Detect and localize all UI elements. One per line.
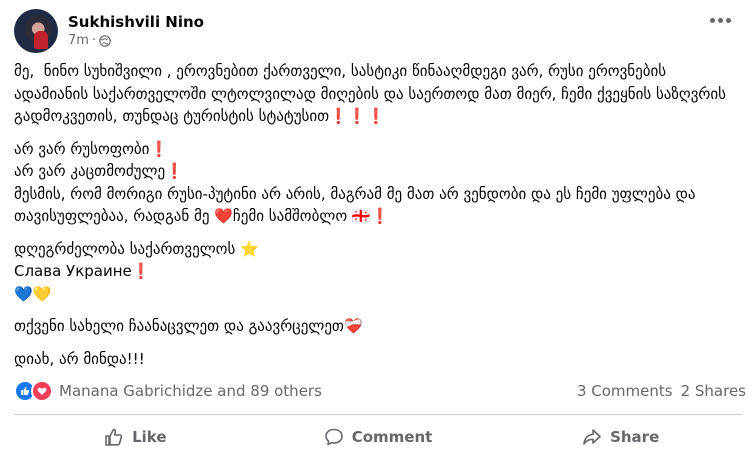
- share-label: Share: [610, 428, 660, 446]
- like-button[interactable]: Like: [14, 418, 257, 456]
- comment-label: Comment: [351, 428, 433, 446]
- comment-button[interactable]: Comment: [257, 418, 500, 456]
- shares-count[interactable]: 2 Shares: [681, 382, 746, 400]
- post-subline: 7m ·: [68, 32, 204, 50]
- more-options-icon[interactable]: [710, 18, 734, 26]
- author-name[interactable]: Sukhishvili Nino: [68, 13, 204, 32]
- post-paragraph-1: მე, ნინო სუხიშვილი , ეროვნებით ქართველი,…: [14, 62, 731, 125]
- thumbs-up-icon: [105, 428, 123, 446]
- post-paragraph-3: დღეგრძელობა საქართველოს ⭐ Слава Украине❗…: [14, 239, 259, 303]
- share-button[interactable]: Share: [499, 418, 742, 456]
- post-header: Sukhishvili Nino 7m ·: [14, 8, 204, 54]
- action-bar: Like Comment Share: [14, 418, 742, 456]
- stats-right: 3 Comments 2 Shares: [577, 382, 746, 400]
- reaction-icons[interactable]: [14, 380, 53, 402]
- avatar[interactable]: [14, 9, 58, 53]
- like-label: Like: [132, 428, 167, 446]
- globe-icon: [99, 34, 111, 47]
- post-paragraph-2: არ ვარ რუსოფობი❗ არ ვარ კაცთმოძულე❗ მესმ…: [14, 139, 696, 226]
- comments-count[interactable]: 3 Comments: [577, 382, 673, 400]
- reaction-summary[interactable]: Manana Gabrichidze and 89 others: [59, 382, 322, 400]
- comment-icon: [324, 428, 343, 446]
- post-meta: Sukhishvili Nino 7m ·: [68, 13, 204, 50]
- post-paragraph-4: თქვენი სახელი ჩაანაცვლეთ და გაავრცელეთ❤️…: [14, 317, 363, 335]
- love-icon: [31, 380, 53, 402]
- post-paragraph-5: დიახ, არ მინდა!!!: [14, 349, 145, 368]
- post-body: მე, ნინო სუხიშვილი , ეროვნებით ქართველი,…: [14, 60, 742, 370]
- share-icon: [583, 429, 601, 445]
- divider: [14, 414, 742, 415]
- dot-separator: ·: [91, 32, 97, 48]
- post-stats: Manana Gabrichidze and 89 others 3 Comme…: [14, 380, 746, 402]
- post-time[interactable]: 7m: [68, 32, 89, 50]
- facebook-post: Sukhishvili Nino 7m · მე, ნინო სუხიშვილი…: [0, 0, 756, 459]
